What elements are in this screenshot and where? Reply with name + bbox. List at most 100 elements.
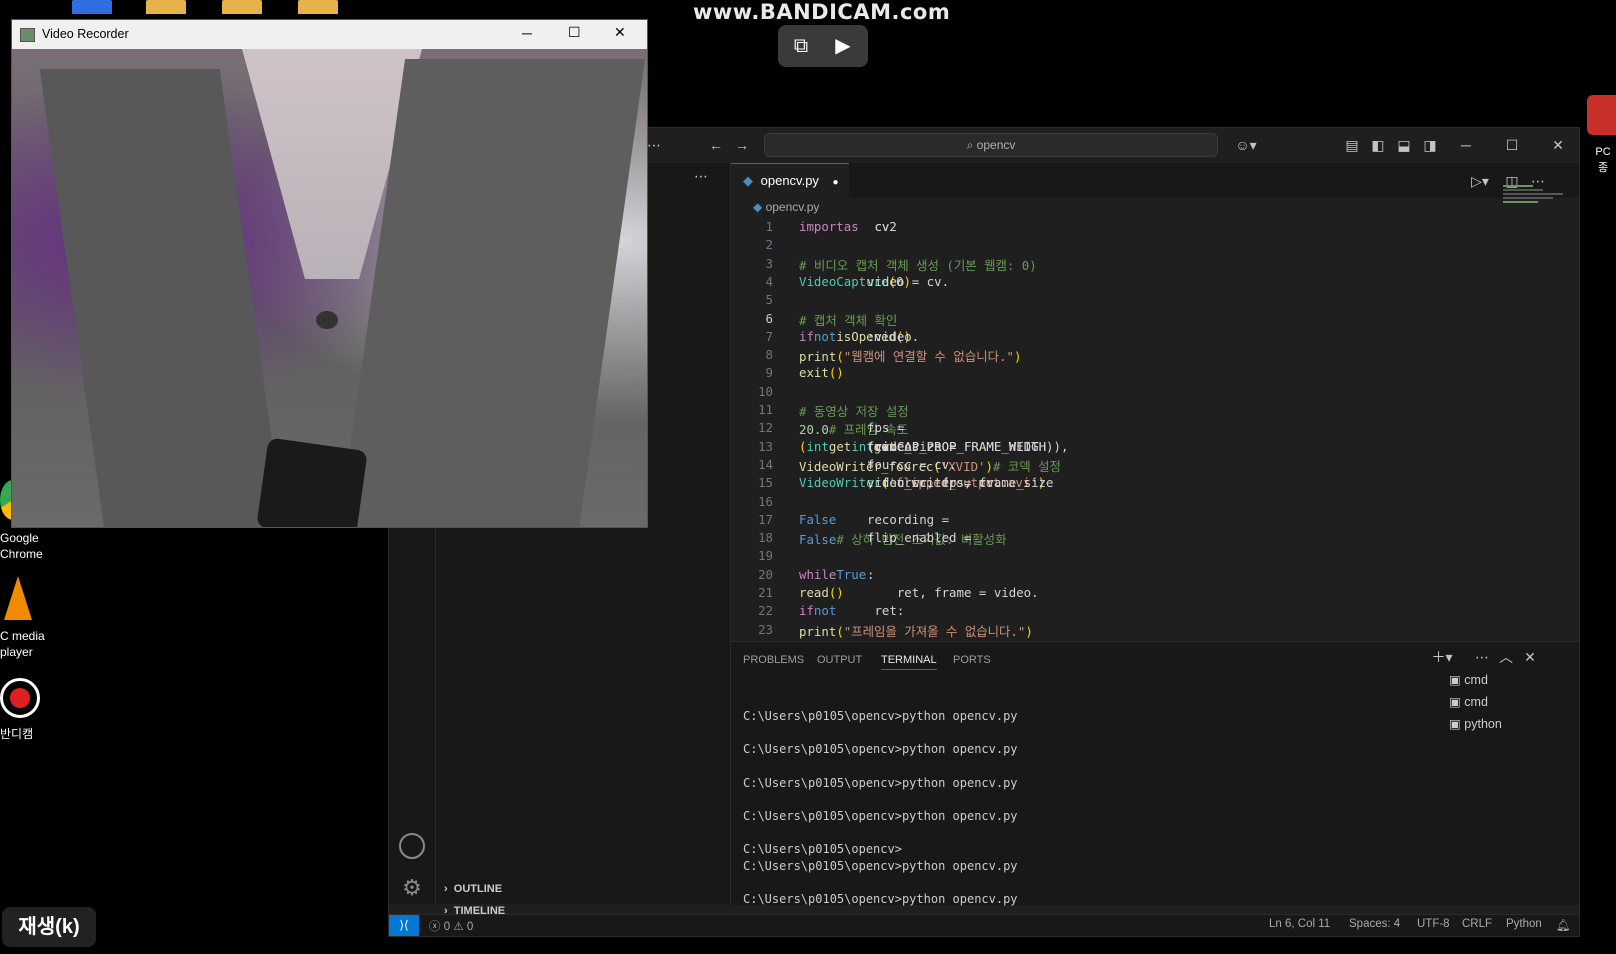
code-line: # 동영상 저장 설정 [799, 404, 909, 419]
toggle-panel-icon[interactable]: ⬓ [1393, 134, 1415, 156]
terminal-line: C:\Users\p0105\opencv>python opencv.py [743, 859, 1018, 873]
eol-status[interactable]: CRLF [1462, 918, 1492, 930]
new-terminal-icon[interactable]: ＋▾ [1431, 646, 1453, 668]
play-button[interactable]: 재생(k) [2, 907, 96, 947]
language-status[interactable]: Python [1506, 918, 1542, 930]
python-file-icon: ◆ [743, 173, 753, 188]
terminal-list-item[interactable]: ▣ cmd [1449, 694, 1488, 709]
remote-icon[interactable]: ⟩⟨ [389, 915, 419, 936]
encoding-status[interactable]: UTF-8 [1417, 918, 1450, 930]
more-icon[interactable]: ⋯ [1471, 646, 1493, 668]
folder-icon[interactable] [298, 0, 338, 14]
cursor-position[interactable]: Ln 6, Col 11 [1269, 918, 1330, 930]
copilot-icon[interactable]: ☺▾ [1229, 134, 1263, 156]
panel-tab-ports[interactable]: PORTS [953, 654, 991, 666]
minimize-button[interactable]: ─ [1455, 134, 1477, 156]
terminal-label: cmd [1464, 673, 1488, 687]
python-file-icon: ◆ [753, 200, 763, 214]
line-number: 13 [758, 438, 773, 454]
line-number: 1 [765, 219, 773, 234]
desktop-icon-label: Google Chrome [0, 531, 43, 561]
terminal-icon: ▣ [1449, 673, 1465, 687]
maximize-button[interactable]: ☐ [1501, 134, 1523, 156]
bandicam-icon[interactable] [0, 678, 40, 718]
code-line: recording = False [799, 511, 957, 527]
line-number: 19 [758, 548, 773, 564]
desktop-icon-label: C media player [0, 629, 45, 659]
code-line: ret, frame = video. read() [799, 585, 1039, 600]
panel-tab-problems[interactable]: PROBLEMS [743, 654, 804, 666]
error-icon: ⓧ [429, 921, 441, 933]
tab-opencv-py[interactable]: ◆ opencv.py ● [731, 163, 849, 199]
code-line: video_writer = cv. VideoWriter('flipped_o… [799, 475, 1054, 491]
warning-count: 0 [466, 921, 474, 933]
panel-tab-output[interactable]: OUTPUT [817, 654, 862, 666]
line-number: 8 [765, 347, 773, 363]
minimap[interactable] [1503, 183, 1567, 263]
terminal-line: C:\Users\p0105\opencv>python opencv.py [743, 775, 1018, 790]
line-number: 22 [758, 603, 773, 619]
outline-section[interactable]: › OUTLINE [444, 883, 502, 895]
line-number: 21 [758, 585, 773, 600]
terminal-label: cmd [1464, 695, 1488, 709]
layout-icon[interactable]: ▤ [1341, 134, 1363, 156]
terminal-line: C:\Users\p0105\opencv> [743, 842, 902, 857]
terminal-line: C:\Users\p0105\opencv>python opencv.py [743, 892, 1018, 907]
code-line: print("웹캠에 연결할 수 없습니다.") [799, 349, 1022, 365]
code-line: flip_enabled = False # 상하 반전 초기값: 비활성화 [799, 530, 1007, 548]
line-number: 11 [758, 402, 773, 417]
terminal-list-item[interactable]: ▣ cmd [1449, 672, 1488, 687]
toggle-sidebar-icon[interactable]: ◧ [1367, 134, 1389, 156]
back-arrow-icon[interactable]: ← [705, 134, 727, 156]
close-button[interactable]: ✕ [614, 24, 626, 41]
problems-status[interactable]: ⓧ 0 ⚠ 0 [429, 918, 473, 934]
terminal-list-item[interactable]: ▣ python [1449, 716, 1502, 731]
editor: ◆ opencv.py ● ▷▾ ◫ ⋯ ◆ opencv.py 1 import… [731, 163, 1579, 641]
code-area[interactable]: 1 import cv2 as cv 2 3 # 비디오 캡처 객체 생성 (기본 웹캠… [731, 219, 1491, 641]
outline-label: OUTLINE [453, 883, 503, 895]
screen-capture-icon[interactable]: ⧉ [786, 31, 816, 61]
gear-icon[interactable]: ⚙ [399, 875, 425, 901]
code-line: frame_size = (int (video. get (cv.CAP_PROP_… [799, 438, 1076, 454]
indentation-status[interactable]: Spaces: 4 [1349, 918, 1400, 930]
panel: PROBLEMS OUTPUT TERMINAL PORTS ＋▾ ⋯ ︿ ✕ C:\… [731, 641, 1579, 907]
account-icon[interactable] [399, 833, 425, 859]
breadcrumb-label: opencv.py [765, 200, 820, 214]
toggle-secondary-sidebar-icon[interactable]: ◨ [1419, 134, 1441, 156]
terminal-line: C:\Users\p0105\opencv>python opencv.py [743, 708, 1018, 723]
webcam-video-frame [12, 49, 647, 527]
bandicam-toolbar: ⧉ ▶ [778, 25, 868, 67]
status-bar: ⟩⟨ ⓧ 0 ⚠ 0 Ln 6, Col 11 Spaces: 4 UTF-8 … [389, 914, 1579, 936]
line-number: 6 [765, 310, 773, 326]
breadcrumb[interactable]: ◆ opencv.py [753, 200, 819, 214]
terminal-line: C:\Users\p0105\opencv>python opencv.py [743, 742, 1018, 757]
folder-icon[interactable] [222, 0, 262, 14]
maximize-button[interactable]: ☐ [568, 24, 581, 41]
code-line: while True: [799, 566, 875, 582]
vlc-icon[interactable] [4, 576, 32, 620]
warning-icon: ⚠ [453, 921, 464, 933]
line-number: 20 [758, 566, 773, 582]
panel-tab-terminal[interactable]: TERMINAL [881, 654, 937, 670]
close-panel-icon[interactable]: ✕ [1519, 646, 1541, 668]
bell-icon[interactable]: 🔔︎ [1556, 918, 1571, 932]
minimize-button[interactable]: ─ [522, 25, 532, 41]
close-button[interactable]: ✕ [1547, 134, 1569, 156]
video-recorder-window: Video Recorder ─ ☐ ✕ [11, 19, 648, 528]
code-line: # 비디오 캡처 객체 생성 (기본 웹캠: 0) [799, 257, 1037, 273]
more-icon[interactable]: ⋯ [694, 168, 708, 185]
line-number: 23 [758, 621, 773, 637]
run-icon[interactable]: ▷▾ [1469, 170, 1491, 192]
maximize-panel-icon[interactable]: ︿ [1495, 646, 1517, 668]
command-center-search[interactable]: ⌕ opencv [764, 133, 1218, 157]
line-number: 10 [758, 383, 773, 399]
line-number: 17 [758, 511, 773, 527]
app-icon [20, 28, 35, 42]
pc-app-icon[interactable] [1587, 95, 1616, 135]
video-star-icon[interactable]: ▶ [828, 31, 858, 61]
folder-icon[interactable] [146, 0, 186, 14]
terminal-icon: ▣ [1449, 717, 1465, 731]
terminal-icon: ▣ [1449, 695, 1465, 709]
taskbar-app-icon[interactable] [72, 0, 112, 14]
forward-arrow-icon[interactable]: → [731, 134, 753, 156]
